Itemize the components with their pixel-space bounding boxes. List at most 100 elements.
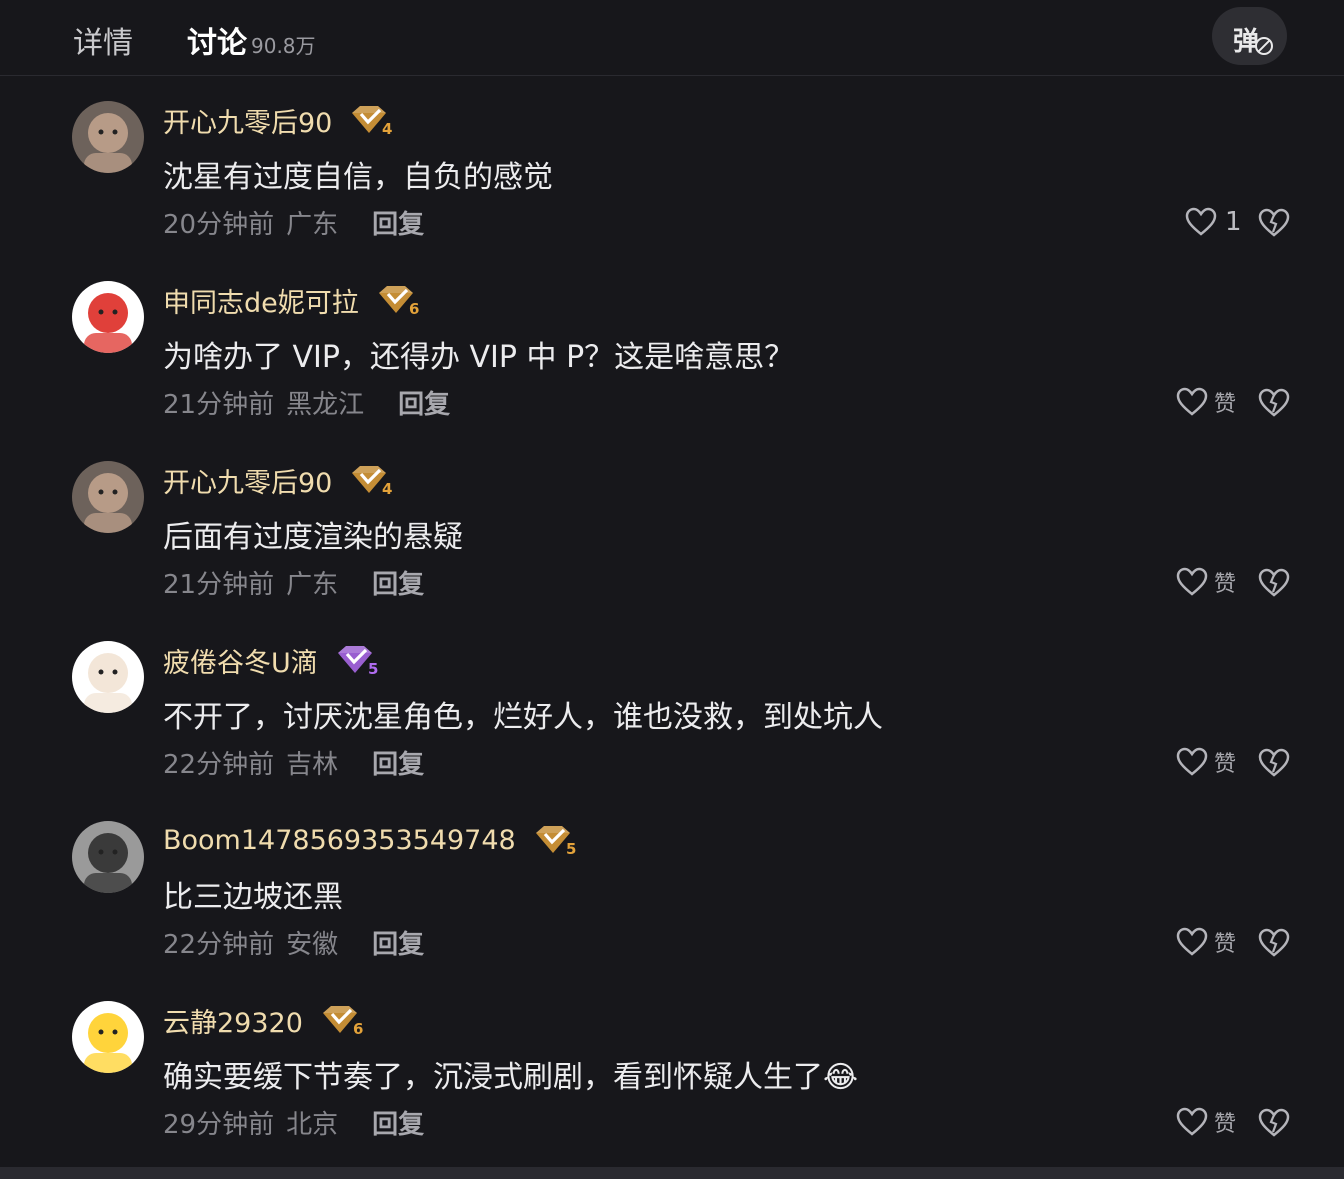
avatar[interactable] — [72, 461, 144, 533]
comment-text: 不开了，讨厌沈星角色，烂好人，谁也没救，到处坑人 — [163, 692, 883, 736]
level-badge-icon: 4 — [348, 463, 394, 498]
avatar[interactable] — [72, 641, 144, 713]
comment-text: 沈星有过度自信，自负的感觉 — [163, 152, 553, 196]
svg-text:6: 6 — [353, 1020, 363, 1037]
comment-location: 北京 — [286, 1110, 339, 1140]
username[interactable]: 云静29320 — [163, 1001, 303, 1040]
like-icon — [1185, 207, 1217, 236]
laughing-emoji-icon: 😂 — [823, 1060, 859, 1095]
comment-meta: 20分钟前 广东 回复 — [163, 204, 424, 241]
dislike-icon[interactable] — [1258, 928, 1290, 958]
like-label: 赞 — [1214, 572, 1237, 597]
danmu-toggle-button[interactable]: 弹 — [1212, 7, 1287, 65]
like-button[interactable]: 赞 — [1176, 924, 1236, 960]
svg-text:5: 5 — [368, 660, 378, 677]
bottom-bar — [0, 1167, 1344, 1179]
comment-text-body: 比三边坡还黑 — [163, 880, 343, 915]
comment-meta: 22分钟前 安徽 回复 — [163, 924, 424, 961]
username[interactable]: 疲倦谷冬U滴 — [163, 641, 318, 680]
svg-text:5: 5 — [566, 840, 576, 857]
danmu-off-icon — [1255, 37, 1273, 55]
avatar[interactable] — [72, 101, 144, 173]
username[interactable]: 申同志de妮可拉 — [163, 281, 359, 320]
like-label: 赞 — [1214, 392, 1237, 417]
comment-location: 安徽 — [286, 930, 339, 960]
comment-time: 29分钟前 — [163, 1110, 275, 1140]
avatar[interactable] — [72, 281, 144, 353]
avatar[interactable] — [72, 821, 144, 893]
comment-time: 21分钟前 — [163, 390, 275, 420]
comment-location: 广东 — [286, 210, 339, 240]
level-badge-icon: 6 — [375, 283, 421, 318]
like-button[interactable]: 赞 — [1176, 1104, 1236, 1140]
level-badge-icon: 6 — [319, 1003, 365, 1038]
comment-meta: 29分钟前 北京 回复 — [163, 1104, 424, 1141]
svg-text:4: 4 — [382, 480, 392, 497]
comment-item: 云静29320 6 确实要缓下节奏了，沉浸式刷剧，看到怀疑人生了😂 29分钟前 北京 回复… — [0, 980, 1344, 1160]
dislike-icon[interactable] — [1258, 208, 1290, 238]
comment-item: 疲倦谷冬U滴 5 不开了，讨厌沈星角色，烂好人，谁也没救，到处坑人 22分钟前 吉林 回复… — [0, 620, 1344, 800]
reply-button[interactable]: 回复 — [372, 210, 424, 240]
tab-details[interactable]: 详情 — [73, 18, 133, 62]
comment-text-body: 后面有过度渲染的悬疑 — [163, 520, 463, 555]
comment-text-body: 为啥办了 VIP，还得办 VIP 中 P？这是啥意思？ — [163, 340, 795, 375]
comment-text-body: 沈星有过度自信，自负的感觉 — [163, 160, 553, 195]
comment-item: 申同志de妮可拉 6 为啥办了 VIP，还得办 VIP 中 P？这是啥意思？ 21分钟… — [0, 260, 1344, 440]
comment-item: Boom1478569353549748 5 比三边坡还黑 22分钟前 安徽 回复 赞 — [0, 800, 1344, 980]
comment-text: 确实要缓下节奏了，沉浸式刷剧，看到怀疑人生了😂 — [163, 1052, 858, 1096]
like-icon — [1176, 747, 1208, 776]
reply-button[interactable]: 回复 — [398, 390, 450, 420]
comment-text-body: 确实要缓下节奏了，沉浸式刷剧，看到怀疑人生了 — [163, 1060, 823, 1095]
dislike-icon[interactable] — [1258, 748, 1290, 778]
reply-button[interactable]: 回复 — [372, 1110, 424, 1140]
like-icon — [1176, 387, 1208, 416]
tab-discussion-label: 讨论 — [187, 26, 247, 61]
like-icon — [1176, 1107, 1208, 1136]
dislike-icon[interactable] — [1258, 1108, 1290, 1138]
comment-item: 开心九零后90 4 沈星有过度自信，自负的感觉 20分钟前 广东 回复 1 — [0, 80, 1344, 260]
like-label: 赞 — [1214, 1112, 1237, 1137]
level-badge-icon: 4 — [348, 103, 394, 138]
comment-time: 22分钟前 — [163, 750, 275, 780]
like-label: 赞 — [1214, 932, 1237, 957]
comment-text: 后面有过度渲染的悬疑 — [163, 512, 463, 556]
comment-time: 20分钟前 — [163, 210, 275, 240]
comment-location: 黑龙江 — [286, 390, 365, 420]
level-badge-icon: 5 — [334, 643, 380, 678]
like-button[interactable]: 赞 — [1176, 564, 1236, 600]
like-button[interactable]: 赞 — [1176, 384, 1236, 420]
comment-text: 为啥办了 VIP，还得办 VIP 中 P？这是啥意思？ — [163, 332, 794, 376]
svg-text:4: 4 — [382, 120, 392, 137]
dislike-icon[interactable] — [1258, 388, 1290, 418]
svg-text:6: 6 — [409, 300, 419, 317]
comment-time: 21分钟前 — [163, 570, 275, 600]
username[interactable]: 开心九零后90 — [163, 101, 332, 140]
like-label: 赞 — [1214, 752, 1237, 777]
comment-meta: 21分钟前 黑龙江 回复 — [163, 384, 450, 421]
like-count: 1 — [1225, 207, 1242, 237]
reply-button[interactable]: 回复 — [372, 750, 424, 780]
danmu-label: 弹 — [1233, 27, 1260, 57]
reply-button[interactable]: 回复 — [372, 930, 424, 960]
like-button[interactable]: 1 — [1185, 204, 1242, 240]
comment-location: 广东 — [286, 570, 339, 600]
username[interactable]: Boom1478569353549748 — [163, 825, 516, 856]
tab-discussion[interactable]: 讨论 90.8万 — [187, 18, 316, 62]
dislike-icon[interactable] — [1258, 568, 1290, 598]
like-icon — [1176, 567, 1208, 596]
comment-location: 吉林 — [286, 750, 339, 780]
comment-meta: 21分钟前 广东 回复 — [163, 564, 424, 601]
avatar[interactable] — [72, 1001, 144, 1073]
comment-text-body: 不开了，讨厌沈星角色，烂好人，谁也没救，到处坑人 — [163, 700, 883, 735]
tab-bar: 详情 讨论 90.8万 弹 — [0, 0, 1344, 76]
like-icon — [1176, 927, 1208, 956]
discussion-count: 90.8万 — [251, 34, 316, 58]
level-badge-icon: 5 — [532, 823, 578, 858]
comment-meta: 22分钟前 吉林 回复 — [163, 744, 424, 781]
username[interactable]: 开心九零后90 — [163, 461, 332, 500]
comment-time: 22分钟前 — [163, 930, 275, 960]
comment-text: 比三边坡还黑 — [163, 872, 343, 916]
like-button[interactable]: 赞 — [1176, 744, 1236, 780]
comment-item: 开心九零后90 4 后面有过度渲染的悬疑 21分钟前 广东 回复 赞 — [0, 440, 1344, 620]
reply-button[interactable]: 回复 — [372, 570, 424, 600]
